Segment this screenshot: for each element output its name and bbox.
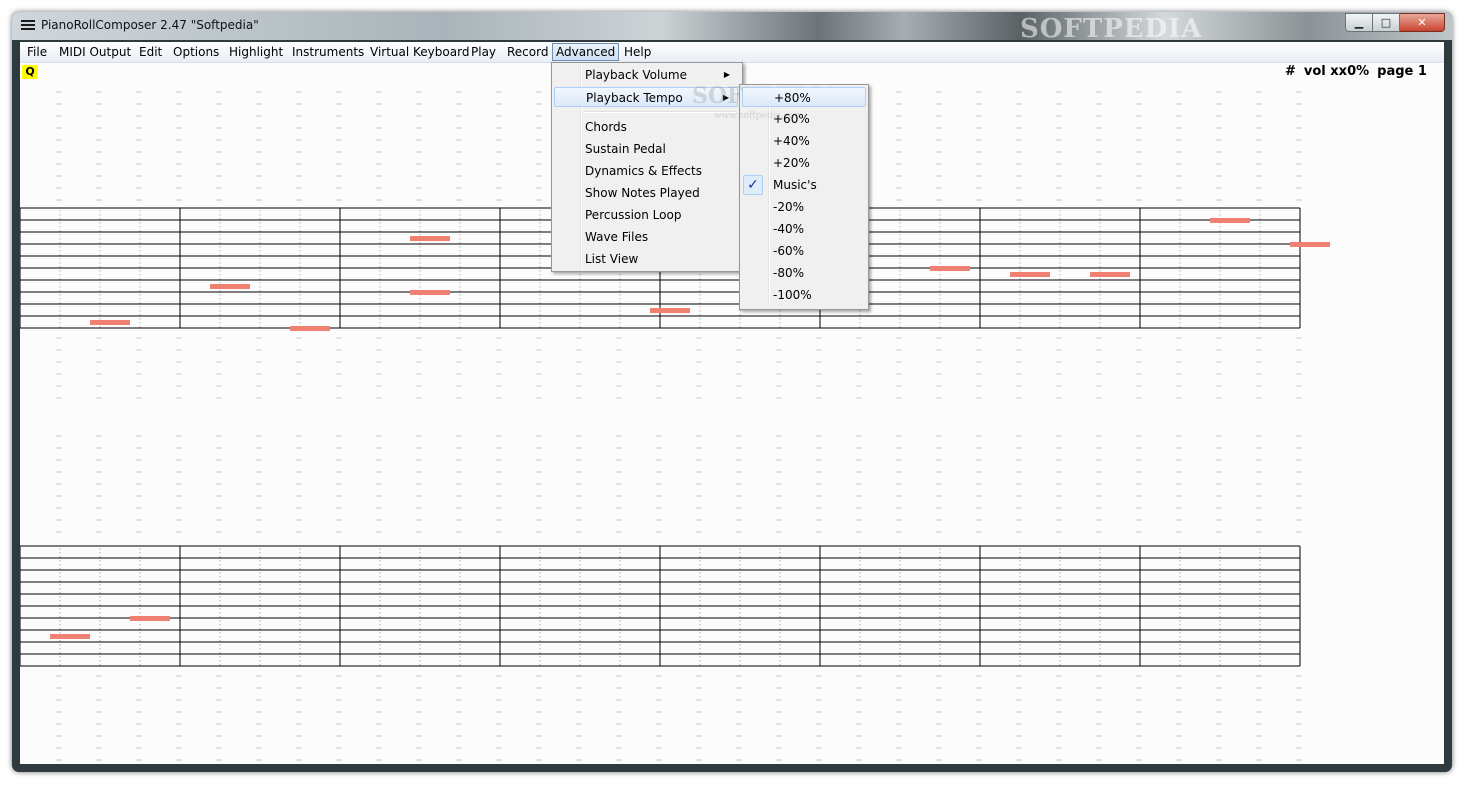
note-bar (1010, 272, 1050, 277)
close-button[interactable]: ✕ (1400, 13, 1445, 32)
window-title: PianoRollComposer 2.47 "Softpedia" (41, 18, 259, 32)
menu-bar: File MIDI Output Edit Options Highlight … (20, 42, 1444, 63)
note-bar (650, 308, 690, 313)
tempo-minus-60[interactable]: -60% (742, 241, 866, 261)
softpedia-watermark: SOFTPEDIA (1020, 14, 1203, 44)
tempo-minus-80[interactable]: -80% (742, 263, 866, 283)
tempo-minus-100[interactable]: -100% (742, 285, 866, 305)
minimize-button[interactable]: ▁ (1345, 13, 1373, 32)
close-icon: ✕ (1417, 16, 1427, 29)
tempo-minus-40[interactable]: -40% (742, 219, 866, 239)
maximize-icon: □ (1380, 16, 1392, 29)
menu-item-sustain-pedal[interactable]: Sustain Pedal (554, 139, 738, 159)
tempo-musics[interactable]: Music's (742, 175, 866, 195)
menu-item-percussion-loop[interactable]: Percussion Loop (554, 205, 738, 225)
note-bar (1210, 218, 1250, 223)
note-bar (930, 266, 970, 271)
menu-midi-output[interactable]: MIDI Output (56, 44, 134, 60)
menu-instruments[interactable]: Instruments (289, 44, 367, 60)
menu-item-show-notes-played[interactable]: Show Notes Played (554, 183, 738, 203)
note-bar (1090, 272, 1130, 277)
submenu-arrow-icon: ▶ (722, 93, 729, 102)
tempo-submenu: SOFTPEDIA www.softpedia.com +80% +60% +4… (692, 83, 869, 310)
note-bar (210, 284, 250, 289)
menu-help[interactable]: Help (621, 44, 654, 60)
tempo-minus-20[interactable]: -20% (742, 197, 866, 217)
tempo-plus-20[interactable]: +20% (742, 153, 866, 173)
note-bar (50, 634, 90, 639)
maximize-button[interactable]: □ (1373, 13, 1400, 32)
menu-separator (584, 111, 736, 113)
menu-advanced[interactable]: Advanced (552, 43, 620, 61)
note-bar (410, 290, 450, 295)
submenu-arrow-icon: ▶ (723, 70, 730, 79)
minimize-icon: ▁ (1354, 16, 1364, 29)
menu-item-playback-volume[interactable]: Playback Volume ▶ (554, 65, 738, 85)
note-bar (1290, 242, 1330, 247)
tempo-plus-60[interactable]: +60% (742, 109, 866, 129)
menu-item-playback-tempo[interactable]: Playback Tempo ▶ (554, 87, 738, 107)
menu-file[interactable]: File (24, 44, 50, 60)
note-bar (90, 320, 130, 325)
menu-highlight[interactable]: Highlight (226, 44, 286, 60)
tempo-plus-80[interactable]: +80% (742, 87, 866, 107)
title-bar[interactable]: PianoRollComposer 2.47 "Softpedia" SOFTP… (12, 12, 1452, 44)
menu-play[interactable]: Play (468, 44, 499, 60)
note-bar (130, 616, 170, 621)
menu-item-list-view[interactable]: List View (554, 249, 738, 269)
menu-item-chords[interactable]: Chords (554, 117, 738, 137)
playback-tempo-label: Playback Tempo (586, 91, 683, 105)
note-bar (290, 326, 330, 331)
playback-volume-label: Playback Volume (585, 68, 687, 82)
menu-edit[interactable]: Edit (136, 44, 165, 60)
tempo-plus-40[interactable]: +40% (742, 131, 866, 151)
menu-virtual-keyboard[interactable]: Virtual Keyboard (367, 44, 472, 60)
system-menu-icon[interactable] (21, 20, 35, 31)
menu-item-wave-files[interactable]: Wave Files (554, 227, 738, 247)
advanced-menu: Playback Volume ▶ Playback Tempo ▶ Chord… (551, 62, 743, 272)
menu-record[interactable]: Record (504, 44, 551, 60)
menu-options[interactable]: Options (170, 44, 222, 60)
note-bar (410, 236, 450, 241)
menu-item-dynamics-effects[interactable]: Dynamics & Effects (554, 161, 738, 181)
